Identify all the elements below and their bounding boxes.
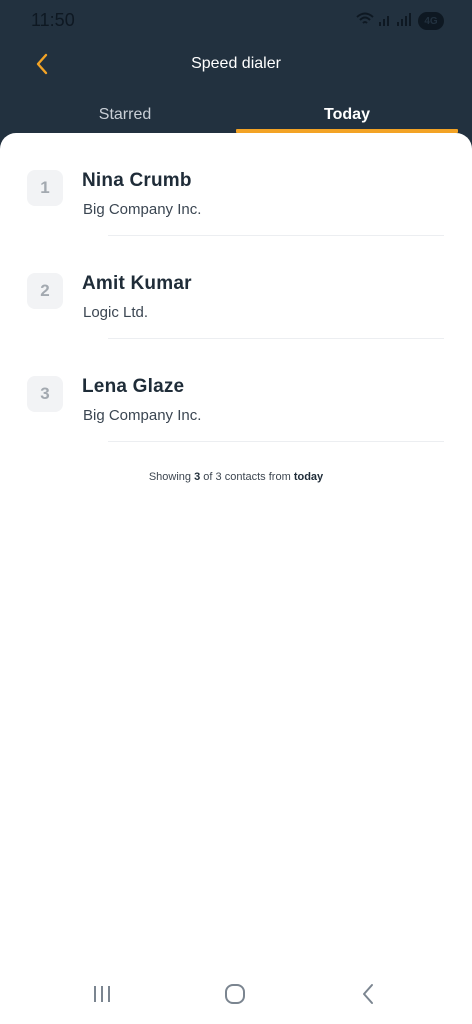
system-nav-bar — [0, 968, 472, 1024]
back-icon — [361, 983, 375, 1010]
contact-row[interactable]: 3 Lena Glaze Big Company Inc. — [0, 339, 472, 442]
system-back-button[interactable] — [348, 980, 388, 1012]
contact-company: Big Company Inc. — [83, 407, 202, 424]
contact-company: Logic Ltd. — [83, 304, 149, 321]
summary-of: of — [203, 471, 213, 483]
contact-row[interactable]: 2 Amit Kumar Logic Ltd. — [0, 236, 472, 339]
divider — [108, 441, 444, 442]
summary-prefix: Showing — [148, 471, 192, 483]
contact-name: Amit Kumar — [82, 273, 192, 294]
page-title: Speed dialer — [191, 55, 281, 72]
contact-list: 1 Nina Crumb Big Company Inc. 2 Amit Kum… — [0, 133, 472, 442]
contact-name: Nina Crumb — [82, 170, 192, 191]
wifi-icon — [356, 12, 374, 31]
home-button[interactable] — [215, 980, 255, 1012]
app-screen: 11:50 4G Speed dialer Starred Today 1 Ni… — [0, 0, 472, 1024]
recent-apps-button[interactable] — [82, 980, 122, 1012]
signal-icon — [379, 12, 413, 31]
contact-name: Lena Glaze — [82, 376, 185, 397]
content-sheet: 1 Nina Crumb Big Company Inc. 2 Amit Kum… — [0, 133, 472, 1024]
rank-badge: 2 — [27, 273, 63, 309]
network-badge: 4G — [418, 12, 444, 30]
contact-company: Big Company Inc. — [83, 201, 202, 218]
recent-apps-icon — [92, 985, 112, 1008]
summary-shown-count: 3 — [194, 471, 201, 483]
toolbar: Speed dialer — [0, 40, 472, 90]
summary-middle: contacts from — [224, 471, 291, 483]
tab-starred[interactable]: Starred — [14, 96, 236, 134]
results-summary: Showing 3 of 3 contacts from today — [0, 471, 472, 483]
rank-badge: 1 — [27, 170, 63, 206]
rank-badge: 3 — [27, 376, 63, 412]
status-bar: 11:50 4G — [0, 0, 472, 40]
status-time: 11:50 — [31, 10, 75, 30]
summary-total-count: 3 — [215, 471, 222, 483]
status-icons: 4G — [356, 11, 444, 31]
summary-period: today — [293, 471, 324, 483]
contact-row[interactable]: 1 Nina Crumb Big Company Inc. — [0, 133, 472, 236]
home-icon — [224, 983, 246, 1010]
